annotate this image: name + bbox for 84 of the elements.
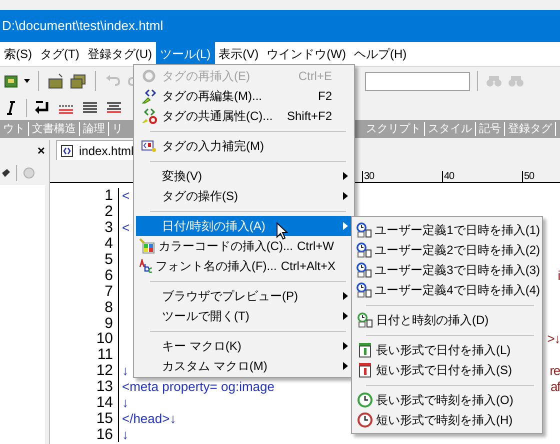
- code-text: re: [550, 362, 560, 380]
- line-number: 13: [95, 379, 114, 394]
- menu-item[interactable]: カラーコードの挿入(C)... Ctrl+W: [136, 236, 352, 256]
- line-number: 5: [104, 252, 114, 267]
- code-text: <meta property= og:image: [122, 378, 274, 396]
- code-text: af: [550, 378, 560, 396]
- clock-icon: [356, 222, 372, 238]
- line-number: 10: [95, 331, 114, 346]
- submenu-arrow-icon: [342, 222, 348, 230]
- submenu-arrow-icon: [342, 192, 348, 200]
- submenu-arrow-icon: [342, 292, 348, 300]
- code-text: </head>↓: [122, 410, 176, 428]
- line-number: 2: [104, 204, 114, 220]
- code-text: i: [558, 266, 560, 285]
- line-number: 8: [104, 300, 114, 315]
- menu-item[interactable]: タグの操作(S): [136, 186, 352, 206]
- color-palette-icon: [139, 238, 156, 254]
- submenu-arrow-icon: [342, 172, 348, 180]
- menu-item[interactable]: 変換(V): [136, 166, 352, 186]
- menu-item[interactable]: カスタム マクロ(M): [136, 356, 352, 376]
- menu-item[interactable]: 長い形式で時刻を挿入(O): [354, 390, 540, 410]
- menu-item[interactable]: ブラウザでプレビュー(P): [136, 286, 352, 306]
- folders-icon[interactable]: [69, 72, 87, 90]
- menu-item[interactable]: 長い形式で日付を挿入(L): [354, 340, 540, 360]
- menu-item[interactable]: ユーザー定義4で日時を挿入(4): [354, 280, 540, 300]
- submenu-arrow-icon: [342, 312, 348, 320]
- menu-item[interactable]: ツール(L): [156, 42, 215, 66]
- search-field[interactable]: [365, 72, 470, 90]
- font-icon: [138, 259, 153, 273]
- window-title: D:\document\test\index.html: [2, 17, 164, 36]
- line-number: 12: [95, 363, 114, 378]
- line-number: 16: [95, 426, 114, 442]
- tag-pencil-icon: [141, 88, 157, 104]
- menu-item[interactable]: フォント名の挿入(F)... Ctrl+Alt+X: [136, 256, 352, 276]
- clock-icon: [356, 262, 372, 278]
- line-number: 11: [96, 347, 114, 362]
- menu-item[interactable]: 表示(V): [214, 42, 263, 66]
- line-number: 1: [104, 188, 114, 204]
- menu-item[interactable]: ウインドウ(W): [262, 42, 350, 66]
- submenu-arrow-icon: [342, 342, 348, 350]
- menu-item[interactable]: 短い形式で時刻を挿入(H): [354, 410, 540, 430]
- menu-item[interactable]: 短い形式で日付を挿入(S): [354, 360, 540, 380]
- menu-item[interactable]: ヘルプ(H): [350, 42, 411, 66]
- code-text: ↓: [122, 362, 128, 380]
- html-file-icon: [61, 144, 73, 156]
- close-button[interactable]: ×: [37, 144, 45, 156]
- ruler-label: 50: [522, 171, 534, 182]
- ruler-label: 40: [442, 171, 454, 182]
- line-number: 6: [104, 268, 114, 283]
- ruler-label: 30: [362, 171, 374, 182]
- caret-icon[interactable]: [24, 79, 30, 83]
- clock-icon: [356, 242, 372, 258]
- menu-item[interactable]: ユーザー定義2で日時を挿入(2): [354, 240, 540, 260]
- code-text: <: [122, 187, 130, 206]
- menu-item[interactable]: 日付と時刻の挿入(D): [354, 310, 540, 330]
- code-text: ↓: [122, 426, 128, 444]
- menu-item[interactable]: ツールで開く(T): [136, 306, 352, 326]
- code-text: <: [122, 218, 130, 237]
- line-break-icon[interactable]: [33, 98, 51, 116]
- clock-icon: [357, 312, 373, 328]
- menu-item[interactable]: 索(S): [0, 42, 36, 66]
- line-number: 15: [95, 410, 114, 426]
- clock-icon: [356, 282, 372, 298]
- line-number: 3: [104, 220, 114, 236]
- line-number: 14: [95, 395, 114, 410]
- menu-item[interactable]: タグ(T): [36, 42, 84, 66]
- diamond-icon[interactable]: [2, 168, 10, 178]
- code-text: >↓: [547, 330, 560, 348]
- menu-item[interactable]: キー マクロ(K): [136, 336, 352, 356]
- line-number: 4: [104, 236, 114, 252]
- tag-pencil-icon: [141, 108, 157, 124]
- line-number: 9: [104, 316, 114, 331]
- code-text: ↓: [122, 394, 128, 412]
- folder-icon[interactable]: [47, 72, 65, 90]
- submenu-arrow-icon: [342, 362, 348, 370]
- line-number: 7: [104, 284, 114, 299]
- menu-item[interactable]: ユーザー定義3で日時を挿入(3): [354, 260, 540, 280]
- menu-item[interactable]: 登録タグ(U): [83, 42, 156, 66]
- menu-item[interactable]: タグの再編集(M)... F2: [136, 86, 352, 106]
- menu-item[interactable]: タグの共通属性(C)... Shift+F2: [136, 106, 352, 126]
- menu-item[interactable]: タグの入力補完(M): [136, 136, 352, 156]
- mouse-pointer-icon: [276, 222, 288, 240]
- tag-completion-icon: [141, 139, 157, 153]
- menu-item[interactable]: ユーザー定義1で日時を挿入(1): [354, 220, 540, 240]
